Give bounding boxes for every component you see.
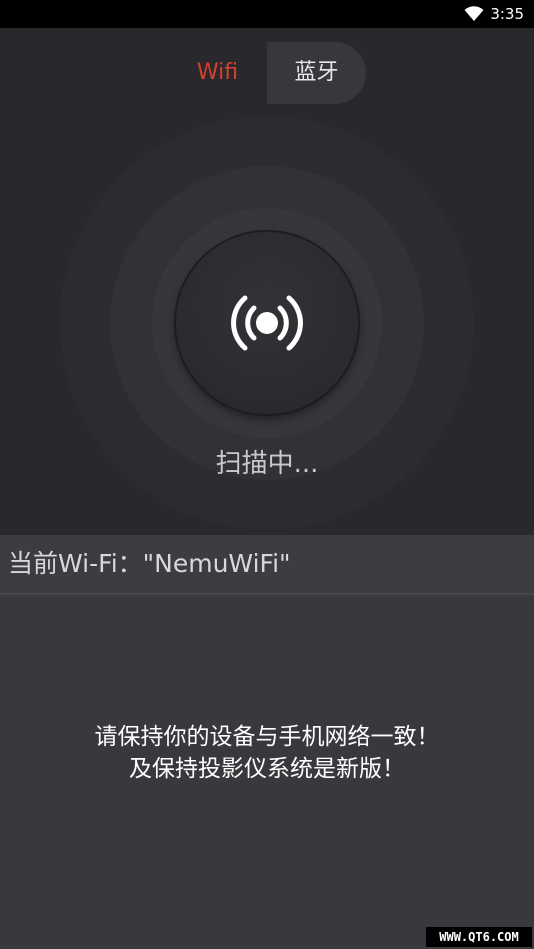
hint-line-2: 及保持投影仪系统是新版！ [129, 756, 405, 782]
current-wifi-label: 当前Wi-Fi："NemuWiFi" [8, 549, 291, 578]
hint-line-1: 请保持你的设备与手机网络一致！ [94, 724, 440, 750]
tab-bluetooth[interactable]: 蓝牙 [267, 42, 366, 104]
site-watermark: WWW.QT6.COM [426, 927, 532, 947]
scan-button[interactable] [176, 232, 358, 414]
broadcast-icon [231, 295, 303, 351]
status-bar: 3:35 [0, 0, 534, 28]
hint-panel: 请保持你的设备与手机网络一致！ 及保持投影仪系统是新版！ [0, 595, 534, 949]
scan-area: 扫描中... Wifi 蓝牙 [0, 28, 534, 535]
mode-toggle: Wifi 蓝牙 [168, 42, 366, 104]
current-wifi-bar: 当前Wi-Fi："NemuWiFi" [0, 535, 534, 595]
tab-wifi[interactable]: Wifi [168, 42, 267, 104]
wifi-signal-icon [464, 6, 484, 21]
scan-status-text: 扫描中... [215, 449, 319, 479]
status-time: 3:35 [490, 5, 524, 23]
